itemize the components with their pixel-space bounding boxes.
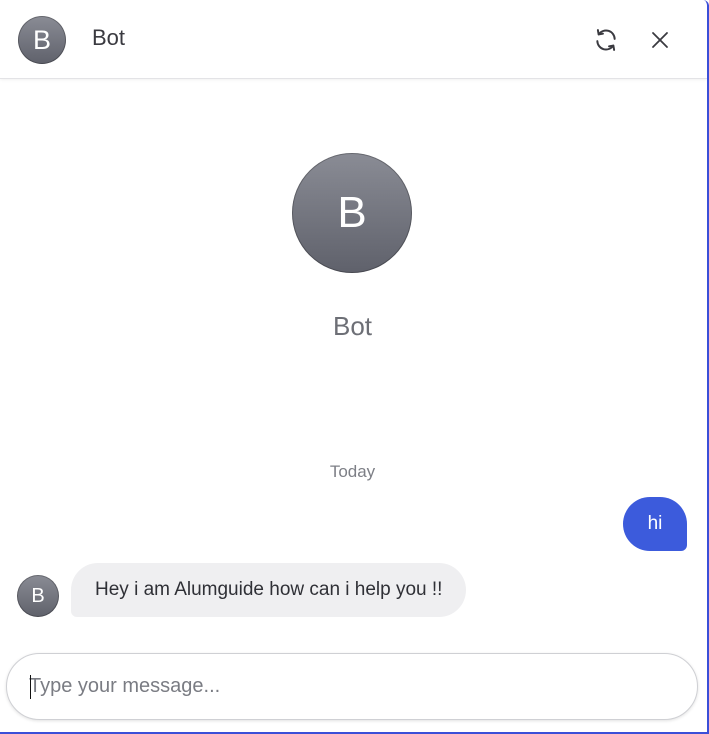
chat-title: Bot bbox=[92, 25, 126, 50]
refresh-icon bbox=[596, 29, 616, 51]
bot-message-avatar: B bbox=[17, 575, 59, 617]
intro-bot-name: Bot bbox=[332, 311, 373, 341]
intro-avatar-initial: B bbox=[337, 188, 367, 237]
bot-avatar-initial: B bbox=[32, 24, 51, 55]
user-message-bubble: hi bbox=[623, 497, 687, 551]
bot-avatar: B bbox=[18, 16, 66, 64]
chat-widget: B Bot B Bot Today hi B Hey i am Alumguid… bbox=[0, 0, 709, 734]
user-message-text: hi bbox=[647, 513, 663, 534]
text-caret bbox=[30, 675, 31, 699]
chat-header: B Bot bbox=[0, 0, 707, 79]
intro-avatar: B bbox=[292, 153, 412, 273]
bot-message-text: Hey i am Alumguide how can i help you !! bbox=[95, 579, 443, 600]
bot-message-bubble: Hey i am Alumguide how can i help you !! bbox=[71, 563, 467, 617]
bot-message-avatar-initial: B bbox=[31, 584, 45, 607]
close-button[interactable] bbox=[645, 25, 675, 55]
close-icon bbox=[652, 32, 668, 48]
message-input[interactable] bbox=[29, 654, 679, 719]
date-separator: Today bbox=[329, 462, 376, 481]
refresh-button[interactable] bbox=[591, 25, 621, 55]
message-composer bbox=[6, 653, 698, 720]
